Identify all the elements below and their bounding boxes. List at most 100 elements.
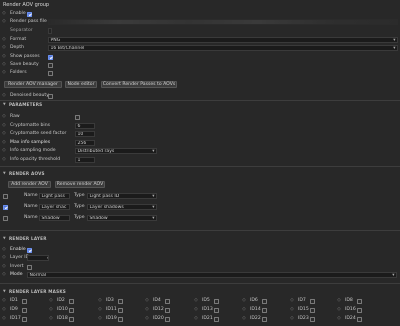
mask-id-checkbox[interactable] xyxy=(310,307,315,313)
max-info-samples-field[interactable]: 256 xyxy=(75,139,95,146)
mask-id-checkbox[interactable] xyxy=(310,316,315,322)
keyframe-diamond-icon[interactable]: ◇ xyxy=(2,247,6,252)
add-render-aov-button[interactable]: Add render AOV xyxy=(8,181,51,188)
keyframe-diamond-icon[interactable]: ◇ xyxy=(2,148,6,153)
save-beauty-checkbox[interactable] xyxy=(48,62,53,68)
parameters-section-header[interactable]: ▼ PARAMETERS xyxy=(0,101,400,109)
keyframe-diamond-icon[interactable]: ◇ xyxy=(337,316,341,321)
keyframe-diamond-icon[interactable]: ◇ xyxy=(242,307,246,312)
mask-id-checkbox[interactable] xyxy=(214,307,219,313)
keyframe-diamond-icon[interactable]: ◇ xyxy=(2,62,6,67)
separator-field[interactable] xyxy=(48,27,52,34)
mask-id-checkbox[interactable] xyxy=(357,307,362,313)
mask-id-checkbox[interactable] xyxy=(262,316,267,322)
keyframe-diamond-icon[interactable]: ◇ xyxy=(290,307,294,312)
raw-checkbox[interactable] xyxy=(75,114,80,120)
keyframe-diamond-icon[interactable]: ◇ xyxy=(2,157,6,162)
keyframe-diamond-icon[interactable]: ◇ xyxy=(2,298,6,303)
aov-type-dropdown[interactable]: Layer shadows xyxy=(87,203,157,210)
aov-name-field[interactable]: Shadow xyxy=(39,214,70,221)
keyframe-diamond-icon[interactable]: ◇ xyxy=(145,316,149,321)
cryptomatte-bins-field[interactable]: 6 xyxy=(75,122,95,129)
mask-id-checkbox[interactable] xyxy=(118,316,123,322)
mask-id-checkbox[interactable] xyxy=(165,307,170,313)
mask-id-checkbox[interactable] xyxy=(357,316,362,322)
folders-checkbox[interactable] xyxy=(48,70,53,76)
keyframe-diamond-icon[interactable]: ◇ xyxy=(2,255,6,260)
render-layer-masks-section-header[interactable]: ▼ RENDER LAYER MASKS xyxy=(0,288,400,296)
aov-row-checkbox[interactable] xyxy=(3,193,8,199)
show-passes-checkbox[interactable] xyxy=(48,54,53,60)
keyframe-diamond-icon[interactable]: ◇ xyxy=(2,70,6,75)
keyframe-diamond-icon[interactable]: ◇ xyxy=(49,298,53,303)
keyframe-diamond-icon[interactable]: ◇ xyxy=(145,298,149,303)
layer-id-field[interactable]: 4 xyxy=(27,254,49,261)
depth-dropdown[interactable]: 16 Bit/Channel xyxy=(48,44,398,51)
format-dropdown[interactable]: PNG xyxy=(48,36,398,43)
keyframe-diamond-icon[interactable]: ◇ xyxy=(194,316,198,321)
aov-type-dropdown[interactable]: Shadow xyxy=(87,214,157,221)
keyframe-diamond-icon[interactable]: ◇ xyxy=(2,316,6,321)
mask-id-checkbox[interactable] xyxy=(69,307,74,313)
mask-id-checkbox[interactable] xyxy=(22,307,27,313)
keyframe-diamond-icon[interactable]: ◇ xyxy=(98,316,102,321)
keyframe-diamond-icon[interactable]: ◇ xyxy=(2,131,6,136)
aov-name-field[interactable]: Layer shac xyxy=(39,203,70,210)
keyframe-diamond-icon[interactable]: ◇ xyxy=(2,54,6,59)
keyframe-diamond-icon[interactable]: ◇ xyxy=(2,93,6,98)
mask-id-checkbox[interactable] xyxy=(118,307,123,313)
render-pass-file-field[interactable] xyxy=(48,18,398,25)
aov-type-dropdown[interactable]: Light pass ID xyxy=(87,192,157,199)
keyframe-diamond-icon[interactable]: ◇ xyxy=(2,114,6,119)
mask-id-checkbox[interactable] xyxy=(357,298,362,304)
keyframe-diamond-icon[interactable]: ◇ xyxy=(2,307,6,312)
render-layer-enable-checkbox[interactable] xyxy=(27,247,32,253)
node-editor-button[interactable]: Node editor xyxy=(65,81,97,88)
keyframe-diamond-icon[interactable]: ◇ xyxy=(194,298,198,303)
aov-row-checkbox[interactable] xyxy=(3,215,8,221)
keyframe-diamond-icon[interactable]: ◇ xyxy=(242,316,246,321)
keyframe-diamond-icon[interactable]: ◇ xyxy=(337,298,341,303)
invert-checkbox[interactable] xyxy=(27,264,32,270)
mask-id-checkbox[interactable] xyxy=(22,316,27,322)
keyframe-diamond-icon[interactable]: ◇ xyxy=(242,298,246,303)
mask-id-checkbox[interactable] xyxy=(165,316,170,322)
keyframe-diamond-icon[interactable]: ◇ xyxy=(2,11,6,16)
mode-dropdown[interactable]: Normal xyxy=(27,271,397,278)
mask-id-checkbox[interactable] xyxy=(310,298,315,304)
keyframe-diamond-icon[interactable]: ◇ xyxy=(98,307,102,312)
render-layer-section-header[interactable]: ▼ RENDER LAYER xyxy=(0,235,400,243)
keyframe-diamond-icon[interactable]: ◇ xyxy=(194,307,198,312)
mask-id-checkbox[interactable] xyxy=(214,298,219,304)
info-opacity-threshold-field[interactable]: 1 xyxy=(75,156,95,163)
mask-id-checkbox[interactable] xyxy=(22,298,27,304)
keyframe-diamond-icon[interactable]: ◇ xyxy=(2,37,6,42)
cryptomatte-seed-field[interactable]: 10 xyxy=(75,130,95,137)
keyframe-diamond-icon[interactable]: ◇ xyxy=(2,45,6,50)
mask-id-checkbox[interactable] xyxy=(214,316,219,322)
keyframe-diamond-icon[interactable]: ◇ xyxy=(337,307,341,312)
aov-row-checkbox[interactable] xyxy=(3,204,8,210)
keyframe-diamond-icon[interactable]: ◇ xyxy=(2,264,6,269)
render-aov-manager-button[interactable]: Render AOV manager xyxy=(4,81,62,88)
keyframe-diamond-icon[interactable]: ◇ xyxy=(2,19,6,24)
remove-render-aov-button[interactable]: Remove render AOV xyxy=(55,181,105,188)
enable-checkbox[interactable] xyxy=(27,11,32,17)
keyframe-diamond-icon[interactable]: ◇ xyxy=(2,140,6,145)
keyframe-diamond-icon[interactable]: ◇ xyxy=(2,272,6,277)
mask-id-checkbox[interactable] xyxy=(165,298,170,304)
keyframe-diamond-icon[interactable]: ◇ xyxy=(49,307,53,312)
keyframe-diamond-icon[interactable]: ◇ xyxy=(290,316,294,321)
keyframe-diamond-icon[interactable]: ◇ xyxy=(145,307,149,312)
aov-name-field[interactable]: Light pass xyxy=(39,192,70,199)
keyframe-diamond-icon[interactable]: ◇ xyxy=(290,298,294,303)
denoised-beauty-checkbox[interactable] xyxy=(48,93,53,99)
keyframe-diamond-icon[interactable]: ◇ xyxy=(2,123,6,128)
mask-id-checkbox[interactable] xyxy=(262,307,267,313)
mask-id-checkbox[interactable] xyxy=(69,316,74,322)
render-aovs-section-header[interactable]: ▼ RENDER AOVS xyxy=(0,170,400,178)
keyframe-diamond-icon[interactable]: ◇ xyxy=(98,298,102,303)
mask-id-checkbox[interactable] xyxy=(262,298,267,304)
info-sampling-mode-dropdown[interactable]: Distributed rays xyxy=(75,147,157,154)
mask-id-checkbox[interactable] xyxy=(69,298,74,304)
